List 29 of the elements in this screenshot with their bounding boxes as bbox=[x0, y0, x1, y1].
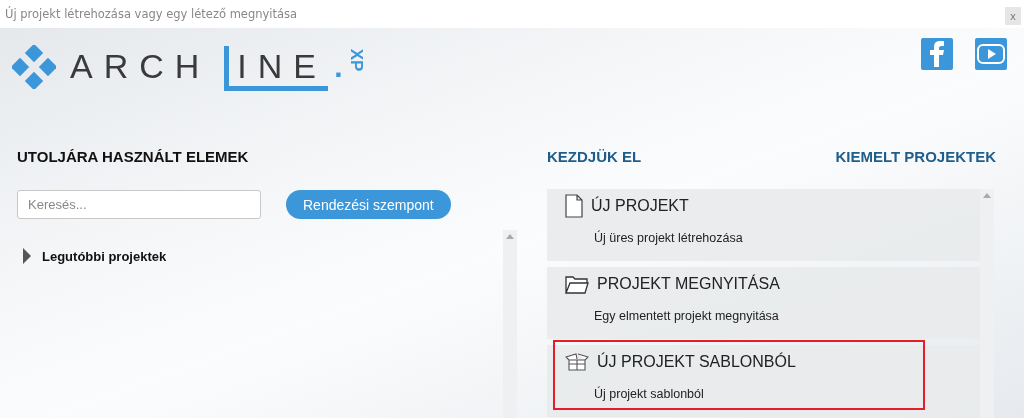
close-button[interactable]: x bbox=[1005, 7, 1021, 25]
document-icon bbox=[565, 194, 583, 218]
window-title: Új projekt létrehozása vagy egy létező megnyitása bbox=[5, 7, 298, 21]
section-heading: KEZDJÜK EL bbox=[547, 148, 642, 165]
section-heading: UTOLJÁRA HASZNÁLT ELEMEK bbox=[17, 148, 250, 165]
scroll-up-icon[interactable] bbox=[506, 234, 514, 239]
card-subtitle: Új projekt sablonból bbox=[594, 387, 705, 401]
logo-suffix: XP bbox=[346, 48, 367, 71]
facebook-button[interactable] bbox=[921, 38, 953, 70]
action-card[interactable]: ÚJ PROJEKT Új üres projekt létrehozása bbox=[547, 189, 980, 261]
youtube-button[interactable] bbox=[975, 38, 1007, 70]
folder-icon bbox=[565, 274, 589, 294]
box-icon bbox=[565, 352, 589, 372]
logo-text: ARCH bbox=[70, 47, 211, 86]
scroll-up-icon[interactable] bbox=[983, 193, 991, 198]
tree-group[interactable]: Legutóbbi projektek bbox=[17, 248, 167, 264]
logo-dot: . bbox=[334, 49, 343, 84]
action-card[interactable]: PROJEKT MEGNYITÁSA Egy elmentett projekt megnyitása bbox=[547, 267, 980, 339]
card-title: ÚJ PROJEKT bbox=[591, 197, 689, 215]
search-field[interactable]: Keresés... bbox=[17, 190, 261, 219]
logo-text: INE bbox=[237, 47, 328, 86]
diamond-logo-icon bbox=[12, 44, 56, 89]
card-subtitle: Egy elmentett projekt megnyitása bbox=[594, 309, 780, 323]
facebook-icon bbox=[930, 41, 944, 67]
card-title: PROJEKT MEGNYITÁSA bbox=[597, 275, 780, 293]
card-subtitle: Új üres projekt létrehozása bbox=[594, 231, 744, 245]
featured-projects-link[interactable]: KIEMELT PROJEKTEK bbox=[835, 148, 996, 165]
youtube-icon bbox=[977, 43, 1005, 65]
card-title: ÚJ PROJEKT SABLONBÓL bbox=[597, 353, 796, 371]
